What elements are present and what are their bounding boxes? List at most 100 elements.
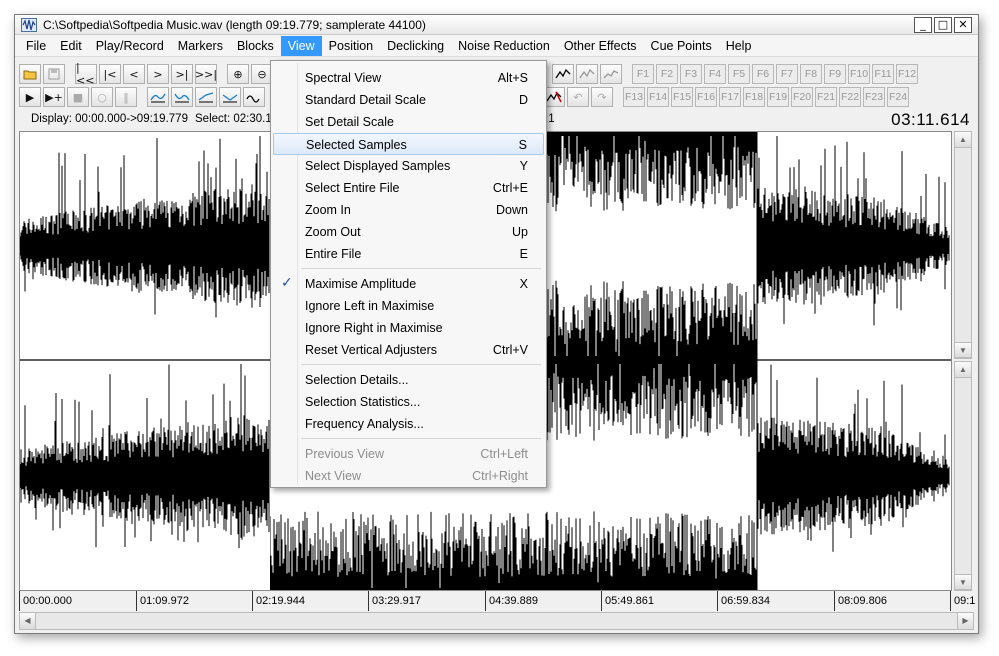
menu-item-maximise-amplitude[interactable]: ✓ Maximise Amplitude X	[273, 273, 544, 295]
left-channel-vscroll[interactable]: ▲ ▼	[954, 131, 972, 359]
menu-play-record[interactable]: Play/Record	[89, 36, 171, 56]
go-to-end-icon[interactable]: >>|	[195, 64, 217, 84]
function-key-f13[interactable]: F13	[623, 87, 645, 107]
declick-tool-icon[interactable]	[552, 64, 574, 84]
level-meter-icon[interactable]: ‖	[115, 87, 137, 107]
stop-icon[interactable]: ■	[67, 87, 89, 107]
menu-item-select-entire-file[interactable]: Select Entire File Ctrl+E	[273, 177, 544, 199]
function-key-f4[interactable]: F4	[704, 64, 726, 84]
horizontal-scrollbar[interactable]: ◀ ▶	[19, 612, 974, 630]
declick-manual-icon[interactable]	[600, 64, 622, 84]
next-marker-icon[interactable]: >|	[171, 64, 193, 84]
open-file-icon[interactable]	[19, 64, 41, 84]
function-key-f11[interactable]: F11	[872, 64, 894, 84]
checkmark-icon: ✓	[281, 275, 293, 291]
function-key-f12[interactable]: F12	[896, 64, 918, 84]
function-key-f10[interactable]: F10	[848, 64, 870, 84]
menu-item-selection-details[interactable]: Selection Details...	[273, 369, 544, 391]
window-title: C:\Softpedia\Softpedia Music.wav (length…	[43, 18, 426, 32]
menu-item-reset-vertical-adjusters[interactable]: Reset Vertical Adjusters Ctrl+V	[273, 339, 544, 361]
time-tick: 05:49.861	[601, 591, 654, 611]
step-back-icon[interactable]: <	[123, 64, 145, 84]
step-forward-icon[interactable]: >	[147, 64, 169, 84]
function-key-f19[interactable]: F19	[767, 87, 789, 107]
envelope-icon[interactable]	[219, 87, 241, 107]
menu-item-select-displayed-samples[interactable]: Select Displayed Samples Y	[273, 155, 544, 177]
scroll-up-icon[interactable]: ▲	[955, 132, 971, 148]
menu-markers[interactable]: Markers	[171, 36, 230, 56]
menu-item-selection-statistics[interactable]: Selection Statistics...	[273, 391, 544, 413]
menu-declicking[interactable]: Declicking	[380, 36, 451, 56]
crossfade-icon[interactable]	[195, 87, 217, 107]
minimize-button[interactable]: _	[914, 17, 932, 33]
scroll-right-icon[interactable]: ▶	[957, 613, 973, 629]
right-channel-vscroll[interactable]: ▲ ▼	[954, 361, 972, 591]
menu-item-ignore-right-in-maximise[interactable]: Ignore Right in Maximise	[273, 317, 544, 339]
function-key-f7[interactable]: F7	[776, 64, 798, 84]
function-key-f24[interactable]: F24	[887, 87, 909, 107]
menu-item-set-detail-scale[interactable]: Set Detail Scale	[273, 111, 544, 133]
menu-edit[interactable]: Edit	[53, 36, 89, 56]
function-key-f21[interactable]: F21	[815, 87, 837, 107]
record-icon[interactable]: ○	[91, 87, 113, 107]
menu-item-entire-file[interactable]: Entire File E	[273, 243, 544, 265]
function-key-f8[interactable]: F8	[800, 64, 822, 84]
function-key-f20[interactable]: F20	[791, 87, 813, 107]
menu-item-zoom-in[interactable]: Zoom In Down	[273, 199, 544, 221]
function-key-f17[interactable]: F17	[719, 87, 741, 107]
zoom-in-icon[interactable]: ⊕	[227, 64, 249, 84]
menu-cue-points[interactable]: Cue Points	[644, 36, 719, 56]
redo-icon[interactable]: ↷	[591, 87, 613, 107]
scroll-up-icon[interactable]: ▲	[955, 362, 971, 378]
save-icon[interactable]	[43, 64, 65, 84]
function-key-f1[interactable]: F1	[632, 64, 654, 84]
menu-item-ignore-left-in-maximise[interactable]: Ignore Left in Maximise	[273, 295, 544, 317]
play-icon[interactable]: ▶	[19, 87, 41, 107]
menu-item-previous-view[interactable]: Previous View Ctrl+Left	[273, 443, 544, 465]
app-window: C:\Softpedia\Softpedia Music.wav (length…	[14, 14, 979, 634]
menu-position[interactable]: Position	[322, 36, 380, 56]
wave-shape-icon[interactable]	[243, 87, 265, 107]
function-key-f14[interactable]: F14	[647, 87, 669, 107]
play-from-cursor-icon[interactable]: ▶+	[43, 87, 65, 107]
time-tick: 03:29.917	[368, 591, 421, 611]
menu-item-standard-detail-scale[interactable]: Standard Detail Scale D	[273, 89, 544, 111]
menu-noise-reduction[interactable]: Noise Reduction	[451, 36, 557, 56]
maximize-button[interactable]: □	[934, 17, 952, 33]
menu-item-selected-samples[interactable]: Selected Samples S	[273, 133, 544, 155]
previous-marker-icon[interactable]: |<	[99, 64, 121, 84]
function-key-f22[interactable]: F22	[839, 87, 861, 107]
function-key-f23[interactable]: F23	[863, 87, 885, 107]
scroll-down-icon[interactable]: ▼	[955, 574, 971, 590]
function-key-f2[interactable]: F2	[656, 64, 678, 84]
function-key-f15[interactable]: F15	[671, 87, 693, 107]
function-key-f18[interactable]: F18	[743, 87, 765, 107]
scroll-left-icon[interactable]: ◀	[20, 613, 36, 629]
function-key-f5[interactable]: F5	[728, 64, 750, 84]
declick-auto-icon[interactable]	[576, 64, 598, 84]
function-key-f9[interactable]: F9	[824, 64, 846, 84]
go-to-start-icon[interactable]: |<<	[75, 61, 97, 87]
fade-in-icon[interactable]	[147, 87, 169, 107]
undo-icon[interactable]: ↶	[567, 87, 589, 107]
menu-file[interactable]: File	[19, 36, 53, 56]
menu-item-next-view[interactable]: Next View Ctrl+Right	[273, 465, 544, 487]
menu-blocks[interactable]: Blocks	[230, 36, 281, 56]
menu-other-effects[interactable]: Other Effects	[557, 36, 644, 56]
scroll-down-icon[interactable]: ▼	[955, 342, 971, 358]
view-menu-dropdown: Spectral View Alt+S Standard Detail Scal…	[270, 60, 547, 488]
title-bar[interactable]: C:\Softpedia\Softpedia Music.wav (length…	[15, 15, 978, 35]
function-key-f6[interactable]: F6	[752, 64, 774, 84]
time-tick: 08:09.806	[834, 591, 887, 611]
close-button[interactable]: ✕	[954, 17, 972, 33]
menu-item-zoom-out[interactable]: Zoom Out Up	[273, 221, 544, 243]
menu-help[interactable]: Help	[719, 36, 759, 56]
time-tick: 04:39.889	[485, 591, 538, 611]
menu-view[interactable]: View	[280, 35, 322, 56]
fade-out-icon[interactable]	[171, 87, 193, 107]
menu-item-spectral-view[interactable]: Spectral View Alt+S	[273, 67, 544, 89]
current-time-display: 03:11.614	[891, 110, 970, 129]
function-key-f16[interactable]: F16	[695, 87, 717, 107]
function-key-f3[interactable]: F3	[680, 64, 702, 84]
menu-item-frequency-analysis[interactable]: Frequency Analysis...	[273, 413, 544, 435]
